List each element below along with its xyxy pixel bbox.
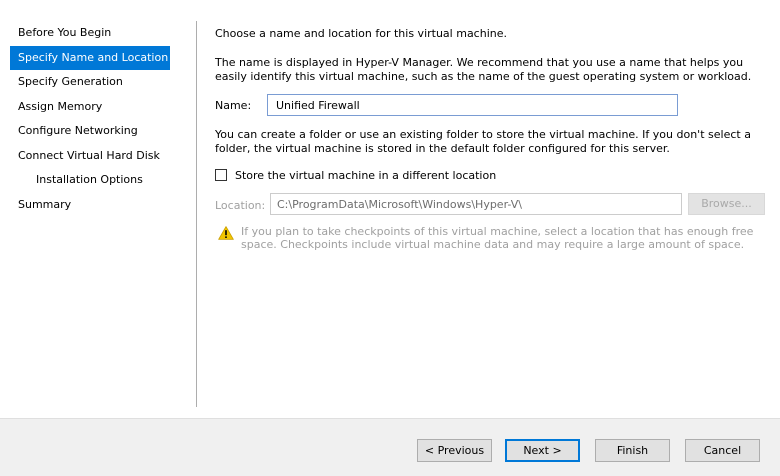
store-different-location-label: Store the virtual machine in a different… xyxy=(235,168,497,182)
browse-button[interactable]: Browse... xyxy=(688,193,765,215)
step-installation-options[interactable]: Installation Options xyxy=(10,168,170,193)
store-different-location-option[interactable]: Store the virtual machine in a different… xyxy=(215,167,496,183)
page-heading: Choose a name and location for this virt… xyxy=(215,27,507,40)
folder-description: You can create a folder or use an existi… xyxy=(215,128,751,155)
nav-divider xyxy=(196,21,197,407)
new-vm-wizard: Before You Begin Specify Name and Locati… xyxy=(0,0,780,476)
finish-button[interactable]: Finish xyxy=(595,439,670,462)
wizard-steps-nav: Before You Begin Specify Name and Locati… xyxy=(10,21,170,217)
location-input[interactable] xyxy=(270,193,682,215)
step-specify-generation[interactable]: Specify Generation xyxy=(10,70,170,95)
cancel-button[interactable]: Cancel xyxy=(685,439,760,462)
step-configure-networking[interactable]: Configure Networking xyxy=(10,119,170,144)
name-input[interactable] xyxy=(267,94,678,116)
step-summary[interactable]: Summary xyxy=(10,193,170,218)
store-different-location-checkbox[interactable] xyxy=(215,169,227,181)
location-label: Location: xyxy=(215,199,266,212)
previous-button[interactable]: < Previous xyxy=(417,439,492,462)
step-assign-memory[interactable]: Assign Memory xyxy=(10,95,170,120)
checkpoint-warning-text: If you plan to take checkpoints of this … xyxy=(241,225,754,251)
step-before-you-begin[interactable]: Before You Begin xyxy=(10,21,170,46)
step-connect-virtual-hard-disk[interactable]: Connect Virtual Hard Disk xyxy=(10,144,170,169)
warning-icon xyxy=(218,226,234,240)
name-description: The name is displayed in Hyper-V Manager… xyxy=(215,56,752,83)
wizard-footer: < Previous Next > Finish Cancel xyxy=(0,419,780,476)
next-button[interactable]: Next > xyxy=(505,439,580,462)
step-specify-name-and-location[interactable]: Specify Name and Location xyxy=(10,45,170,70)
name-label: Name: xyxy=(215,99,252,112)
